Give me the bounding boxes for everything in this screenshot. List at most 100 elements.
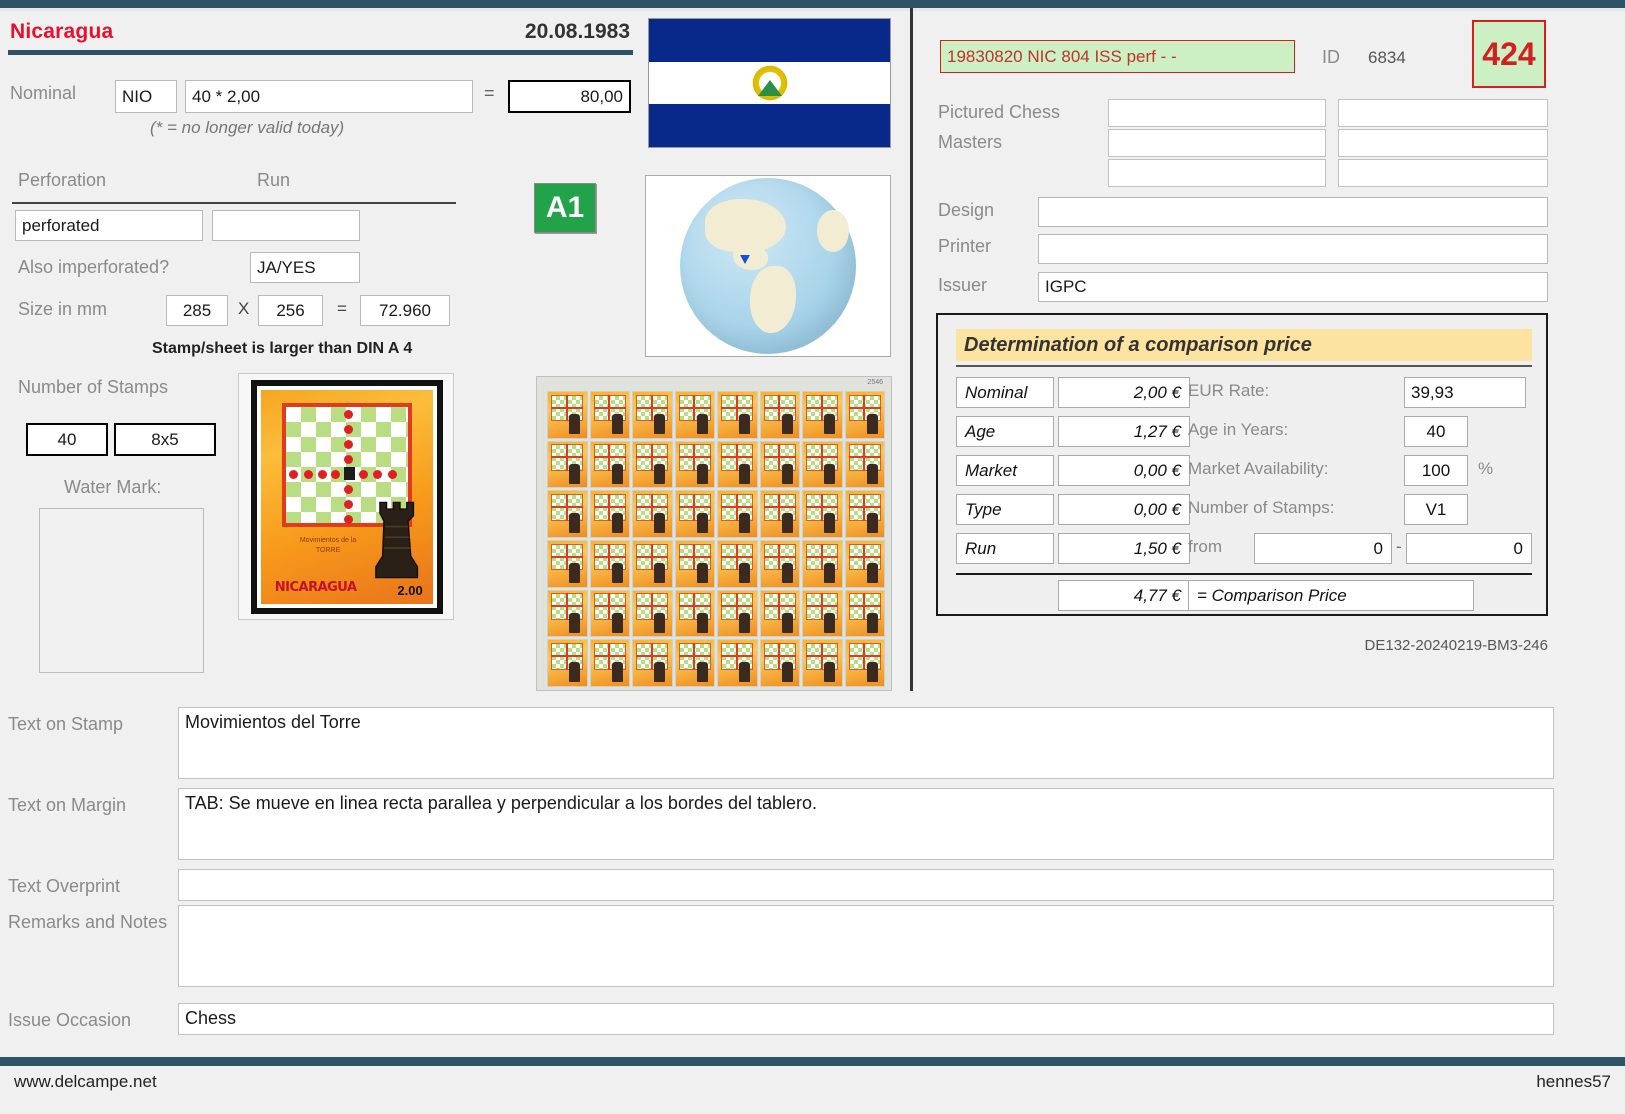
rook-illustration xyxy=(374,501,418,578)
sheet-stamp-cell xyxy=(589,639,630,687)
perforation-field[interactable]: perforated xyxy=(15,210,203,241)
top-accent-bar xyxy=(0,0,1625,8)
sheet-stamp-cell xyxy=(632,540,673,588)
sheet-stamp-cell xyxy=(589,540,630,588)
sheet-stamp-cell xyxy=(717,639,758,687)
run-field[interactable] xyxy=(212,210,360,241)
stamp-caption: Movimientos de la TORRE xyxy=(299,536,357,555)
issuer-field[interactable]: IGPC xyxy=(1038,272,1548,302)
nominal-equals-sign: = xyxy=(484,83,495,103)
watermark-image-box[interactable] xyxy=(39,508,204,673)
sheet-stamp-cell xyxy=(547,639,588,687)
sheet-stamp-cell xyxy=(717,391,758,439)
pictured-master-field-4[interactable] xyxy=(1338,129,1548,157)
location-marker-icon xyxy=(739,255,750,265)
age-in-years-label: Age in Years: xyxy=(1188,420,1289,439)
sheet-stamp-cell xyxy=(717,589,758,638)
stamps-grid-field[interactable]: 8x5 xyxy=(114,423,216,456)
text-overprint-field[interactable] xyxy=(178,869,1554,901)
sheet-stamp-cell xyxy=(632,440,673,489)
design-label: Design xyxy=(938,200,995,220)
size-width-field[interactable]: 285 xyxy=(166,295,228,326)
perforation-label: Perforation xyxy=(18,170,107,190)
sheet-stamp-cell xyxy=(547,391,588,439)
comparison-row-value-market[interactable]: 0,00 € xyxy=(1058,455,1190,486)
age-in-years-field[interactable]: 40 xyxy=(1404,416,1468,447)
pictured-master-field-5[interactable] xyxy=(1108,159,1326,187)
market-availability-field[interactable]: 100 xyxy=(1404,455,1468,486)
run-label: Run xyxy=(257,170,291,190)
stamp-country-name: NICARAGUA xyxy=(274,580,357,596)
pictured-master-field-2[interactable] xyxy=(1338,99,1548,127)
from-label: from xyxy=(1188,537,1222,556)
nominal-calculation-field[interactable]: 40 * 2,00 xyxy=(185,80,473,113)
number-of-stamps-label: Number of Stamps xyxy=(18,377,169,397)
pictured-master-field-6[interactable] xyxy=(1338,159,1548,187)
sheet-stamp-cell xyxy=(632,639,673,687)
perforation-divider xyxy=(12,202,456,204)
comparison-row-name-type: Type xyxy=(956,494,1054,525)
eur-rate-field[interactable]: 39,93 xyxy=(1404,377,1526,408)
count-badge[interactable]: 424 xyxy=(1472,20,1546,88)
nominal-label: Nominal xyxy=(10,83,77,103)
size-area-field[interactable]: 72.960 xyxy=(360,295,450,326)
sheet-stamp-cell xyxy=(674,391,715,439)
sheet-stamp-cell xyxy=(802,639,843,687)
comparison-price-title: Determination of a comparison price xyxy=(956,329,1532,361)
text-on-margin-field[interactable]: TAB: Se mueve en linea recta parallea y … xyxy=(178,788,1554,860)
design-field[interactable] xyxy=(1038,197,1548,227)
comparison-result-value[interactable]: 4,77 € xyxy=(1058,580,1190,611)
sheet-stamp-cell xyxy=(632,391,673,439)
sheet-stamp-cell xyxy=(759,440,800,489)
remarks-and-notes-field[interactable] xyxy=(178,905,1554,987)
issue-date: 20.08.1983 xyxy=(524,20,630,43)
top-accent-bar-light xyxy=(0,8,1625,11)
printer-label: Printer xyxy=(938,236,992,256)
stamp-denomination: 2.00 xyxy=(397,582,423,598)
pictured-chess-masters-label-1: Pictured Chess xyxy=(938,102,1061,122)
stamp-image-frame[interactable]: Movimientos de la TORRE NICARAGUA 2.00 xyxy=(238,373,454,620)
size-height-field[interactable]: 256 xyxy=(258,295,323,326)
market-availability-label: Market Availability: xyxy=(1188,459,1329,478)
printer-field[interactable] xyxy=(1038,234,1548,264)
issue-occasion-field[interactable]: Chess xyxy=(178,1003,1554,1035)
nominal-total-field[interactable]: 80,00 xyxy=(508,80,631,113)
sheet-stamp-cell xyxy=(844,639,885,687)
title-divider xyxy=(8,50,633,55)
comparison-row-value-nominal[interactable]: 2,00 € xyxy=(1058,377,1190,408)
size-x-sign: X xyxy=(238,299,250,318)
size-equals-sign: = xyxy=(337,299,347,318)
range-to-field[interactable]: 0 xyxy=(1406,533,1532,564)
range-from-field[interactable]: 0 xyxy=(1254,533,1392,564)
comparison-price-panel: Determination of a comparison price Nomi… xyxy=(936,313,1548,616)
sheet-image[interactable]: 2546 xyxy=(536,376,892,691)
sheet-stamp-cell xyxy=(844,391,885,439)
number-of-stamps-compare-field[interactable]: V1 xyxy=(1404,494,1468,525)
sheet-stamp-cell xyxy=(547,440,588,489)
number-of-stamps-field[interactable]: 40 xyxy=(26,423,108,456)
bottom-accent-bar xyxy=(0,1057,1625,1066)
comparison-row-name-run: Run xyxy=(956,533,1054,564)
pictured-master-field-3[interactable] xyxy=(1108,129,1326,157)
sheet-stamp-cell xyxy=(674,440,715,489)
sheet-stamp-cell xyxy=(759,639,800,687)
stamp-image: Movimientos de la TORRE NICARAGUA 2.00 xyxy=(251,380,443,614)
comparison-row-value-age[interactable]: 1,27 € xyxy=(1058,416,1190,447)
reference-code-field[interactable]: 19830820 NIC 804 ISS perf - - xyxy=(940,40,1295,73)
comparison-row-value-run[interactable]: 1,50 € xyxy=(1058,533,1190,564)
sheet-stamp-cell xyxy=(589,440,630,489)
page-title-country: Nicaragua xyxy=(10,20,114,43)
sheet-stamp-cell xyxy=(759,490,800,538)
sheet-stamp-cell xyxy=(802,490,843,538)
sheet-stamp-cell xyxy=(547,540,588,588)
also-imperforated-label: Also imperforated? xyxy=(18,257,170,277)
comparison-row-name-age: Age xyxy=(956,416,1054,447)
comparison-row-name-market: Market xyxy=(956,455,1054,486)
grade-badge-a1[interactable]: A1 xyxy=(534,183,596,233)
comparison-row-value-type[interactable]: 0,00 € xyxy=(1058,494,1190,525)
nominal-currency-field[interactable]: NIO xyxy=(115,80,177,113)
comparison-result-divider xyxy=(956,573,1532,575)
text-on-stamp-field[interactable]: Movimientos del Torre xyxy=(178,707,1554,779)
pictured-master-field-1[interactable] xyxy=(1108,99,1326,127)
also-imperforated-field[interactable]: JA/YES xyxy=(250,252,360,283)
